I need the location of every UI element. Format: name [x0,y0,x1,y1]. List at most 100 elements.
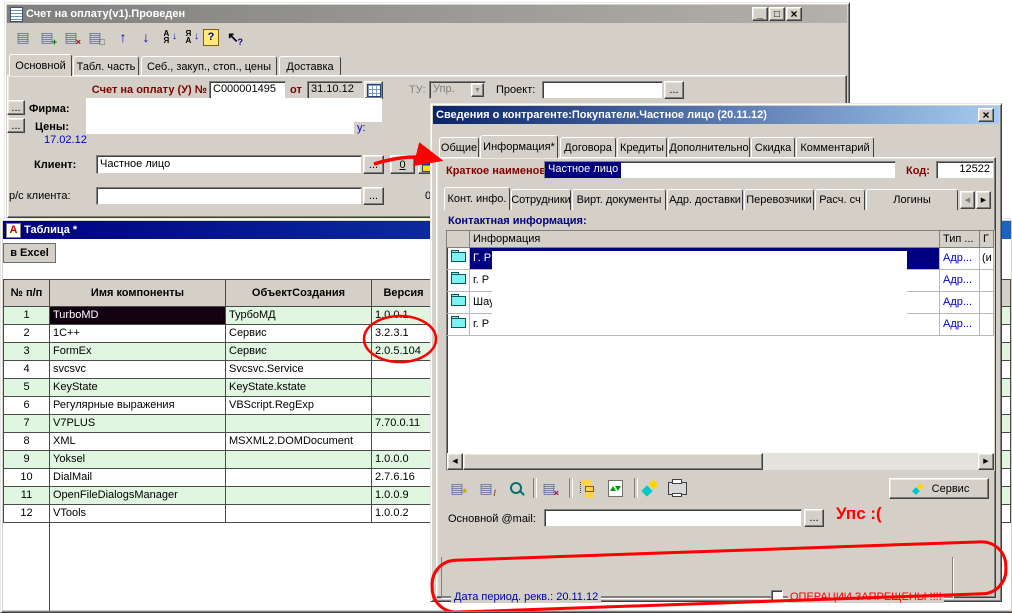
invoice-number-input[interactable]: C000001495 [209,81,286,99]
selected-cell[interactable]: TurboMD [50,307,226,325]
dialog-tab-kredity[interactable]: Кредиты [617,137,667,158]
view-item-icon[interactable] [506,478,526,498]
move-down-icon[interactable]: ↓ [136,27,156,47]
list-header-type[interactable]: Тип ... [940,231,980,248]
subtab-adr-dostavki[interactable]: Адр. доставки [667,189,743,210]
tab-tabl-chast[interactable]: Табл. часть [73,56,139,76]
excel-export-button[interactable]: в Excel [3,243,56,263]
new-row-icon[interactable]: ▤ [13,27,33,47]
invoice-number-label: Счет на оплату (У) № [65,84,207,96]
prices-date: 17.02.12 [44,134,87,146]
redaction-box [86,122,354,134]
invoice-date-label: от [290,84,302,96]
sort-desc-icon[interactable]: ЯА↓ [180,27,200,47]
tree-view-icon[interactable] [575,478,595,498]
1c-app-icon: A [6,223,21,238]
client-label: Клиент: [34,159,76,171]
subtab-kont-info[interactable]: Конт. инфо. [444,187,510,210]
delete-item-icon[interactable]: ▤× [539,478,559,498]
dialog-tab-dopolnitelno[interactable]: Дополнительно [668,137,750,158]
sparkle-icon[interactable] [640,478,660,498]
col-header-object[interactable]: ОбъектСоздания [226,279,372,307]
dialog-tab-obshchie[interactable]: Общие [439,137,479,158]
operations-forbidden-checkbox[interactable] [771,590,783,602]
context-help-icon[interactable]: ↖? [223,27,243,47]
add-row-icon[interactable]: ▤+ [37,27,57,47]
list-item-extra: (и [980,248,994,270]
minimize-button[interactable]: _ [752,7,768,21]
list-item-type: Адр... [940,314,980,336]
project-picker-button[interactable]: ... [664,81,684,99]
firm-label: Фирма: [29,103,70,115]
subtab-rasch-sch[interactable]: Расч. сч [815,189,865,210]
folder-icon [451,294,466,305]
tab-dostavka[interactable]: Доставка [279,56,341,76]
dialog-title: Сведения о контрагенте:Покупатели.Частно… [436,109,767,121]
list-header-info[interactable]: Информация [470,231,940,248]
print-icon[interactable] [667,478,687,498]
client-input[interactable]: Частное лицо [96,155,362,174]
scroll-thumb[interactable] [463,453,763,470]
col-header-name[interactable]: Имя компоненты [50,279,226,307]
email-picker-button[interactable]: ... [804,509,824,527]
dialog-tab-dogovora[interactable]: Договора [560,137,616,158]
subtab-virt-dokumenty[interactable]: Вирт. документы [572,189,666,210]
scroll-right-icon[interactable]: ▶ [978,453,994,470]
tab-seb-zakup[interactable]: Себ., закуп., стоп., цены [141,56,277,76]
code-input[interactable]: 12522 [936,161,994,179]
grid-column-rule [49,523,50,611]
delete-row-icon[interactable]: ▤× [61,27,81,47]
contact-info-label: Контактная информация: [448,215,587,227]
project-input[interactable] [542,81,663,99]
firm-picker-button[interactable]: ... [7,100,25,115]
selected-text: Частное лицо [545,162,621,178]
folder-icon [451,272,466,283]
subtab-sotrudniki[interactable]: Сотрудники [511,189,571,210]
list-hscrollbar[interactable]: ◀ ▶ [447,453,994,470]
sort-asc-icon[interactable]: АЯ↓ [158,27,178,47]
project-label: Проект: [496,84,535,96]
list-item-type: Адр... [940,270,980,292]
folder-icon [451,316,466,327]
client-picker-button[interactable]: ... [363,155,384,174]
prices-picker-button[interactable]: ... [7,118,25,133]
subtab-scroll-right-icon[interactable]: ▶ [976,191,991,209]
dialog-titlebar[interactable]: Сведения о контрагенте:Покупатели.Частно… [433,106,999,124]
dialog-tab-kommentariy[interactable]: Комментарий [796,137,874,158]
invoice-date-input[interactable]: 31.10.12 [307,81,363,99]
client-zero-button[interactable]: 0 [390,155,415,174]
refresh-icon[interactable] [605,478,625,498]
list-item-type: Адр... [940,248,980,270]
subtab-scroll-left-icon[interactable]: ◀ [960,191,975,209]
service-button[interactable]: Сервис [889,478,989,499]
short-name-input[interactable]: Частное лицо [544,161,896,179]
new-item-icon[interactable]: ▤* [447,478,467,498]
tab-osnovnoy[interactable]: Основной [9,54,72,76]
maximize-button[interactable]: □ [769,7,785,21]
move-up-icon[interactable]: ↑ [113,27,133,47]
list-item-type: Адр... [940,292,980,314]
subtab-loginy[interactable]: Логины [866,189,958,210]
calendar-button[interactable] [364,81,383,99]
dialog-close-button[interactable]: × [978,108,994,122]
scroll-left-icon[interactable]: ◀ [447,453,463,470]
help-icon[interactable]: ? [201,27,221,47]
list-header-icon [447,231,470,248]
account-input[interactable] [96,187,362,205]
dialog-tab-informatsiya[interactable]: Информация* [480,135,558,158]
tu-combo-arrow-icon[interactable]: ▼ [471,83,484,97]
email-input[interactable] [544,509,802,527]
invoice-titlebar[interactable]: Счет на оплату(v1).Проведен [7,5,847,23]
account-picker-button[interactable]: ... [363,187,384,205]
dialog-tab-skidka[interactable]: Скидка [751,137,795,158]
toolbar-separator [569,478,573,498]
col-header-num[interactable]: № п/п [3,279,50,307]
subtab-perevozchiki[interactable]: Перевозчики [744,189,814,210]
close-button[interactable]: × [786,7,802,21]
edit-item-icon[interactable]: ▤/ [476,478,496,498]
list-header-g[interactable]: Г [980,231,994,248]
col-header-version[interactable]: Версия [372,279,436,307]
contact-list: Информация Тип ... Г Г. Р Адр... (и г. Р… [446,230,995,471]
copy-row-icon[interactable]: ▤□ [85,27,105,47]
prices-label: Цены: [35,121,69,133]
